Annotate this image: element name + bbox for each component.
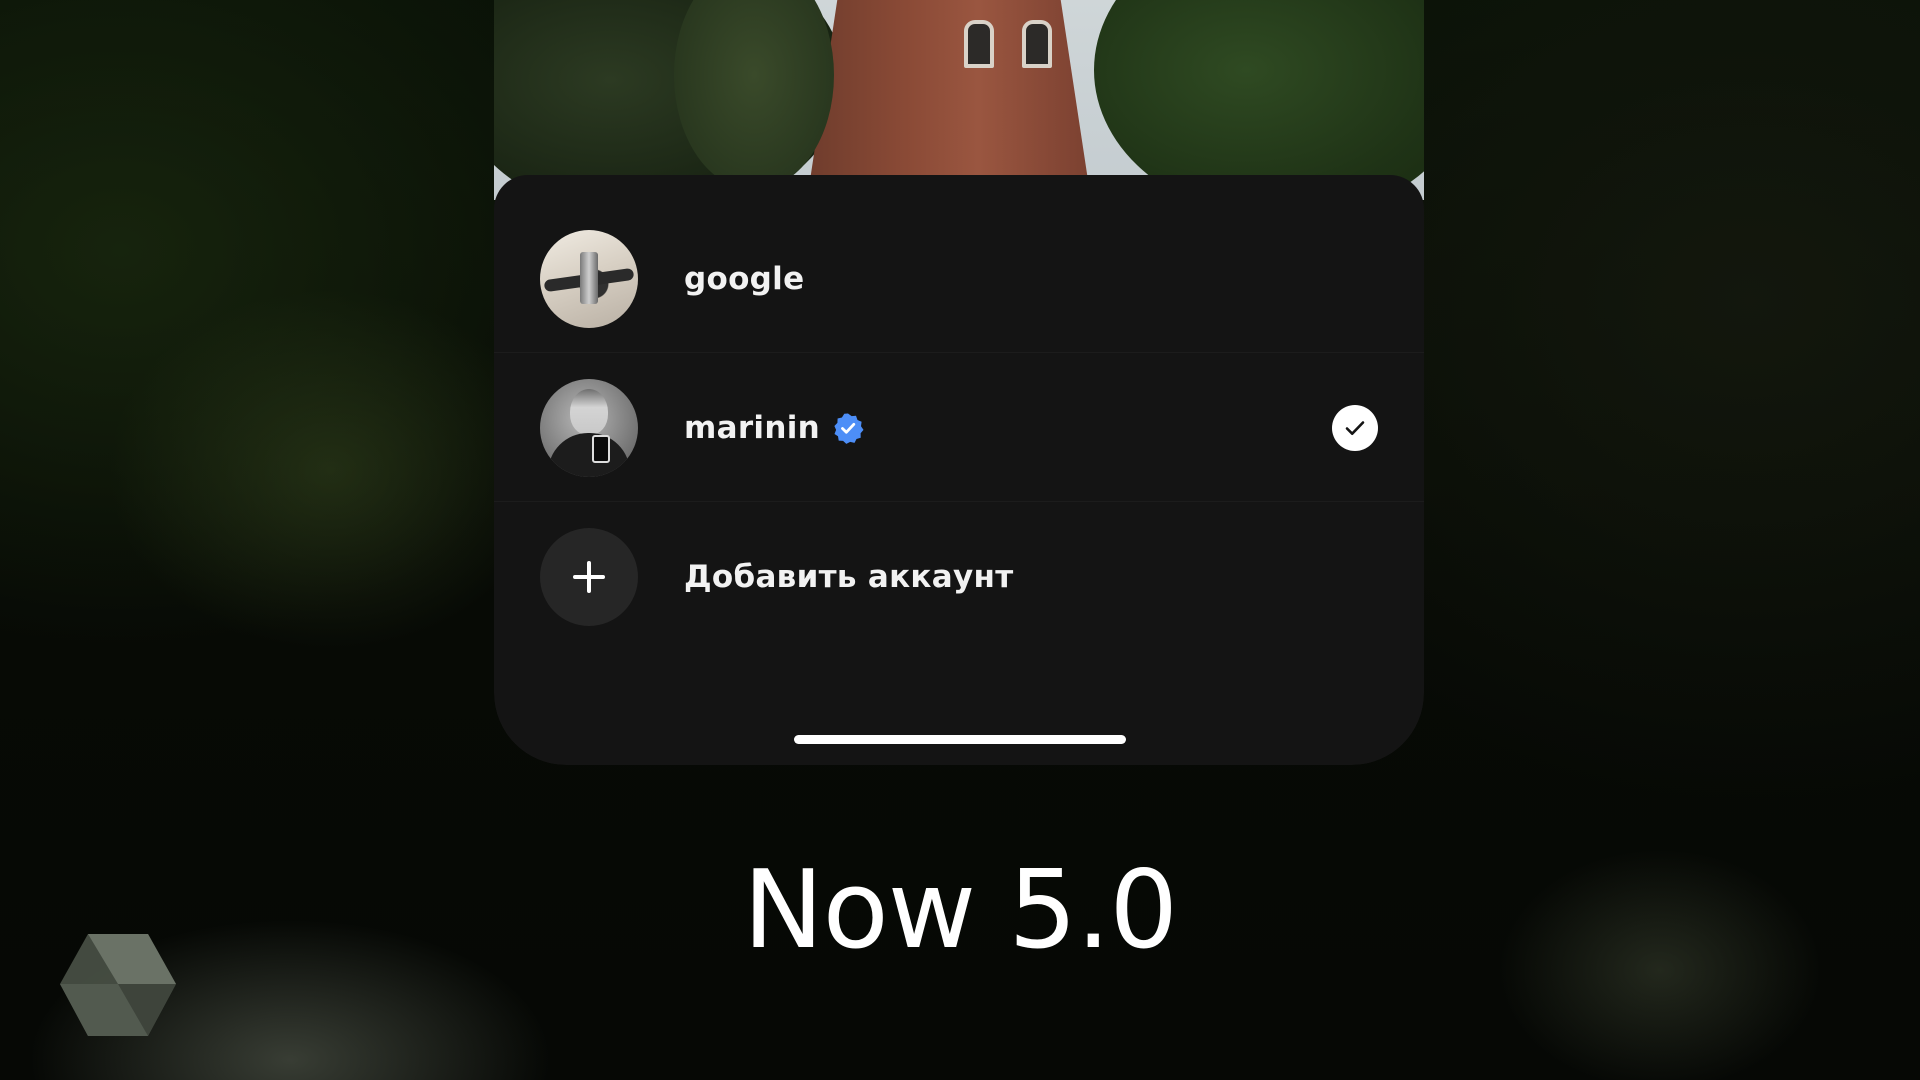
account-name: google [684,260,805,297]
avatar-marinin-detail [548,432,630,477]
tower-window [1022,20,1052,68]
avatar-marinin-detail [592,434,610,463]
add-account-label: Добавить аккаунт [684,559,1014,595]
account-switcher-sheet: google marinin Добавить аккаунт [494,175,1424,765]
home-indicator[interactable] [794,735,1126,744]
tree-right [1094,0,1424,200]
avatar-google [540,229,638,328]
plus-icon [573,561,605,593]
cube-logo-icon [60,934,176,1036]
account-row-google[interactable]: google [494,205,1424,353]
background-photo [494,0,1424,200]
add-account-row[interactable]: Добавить аккаунт [494,503,1424,651]
selected-checkmark [1332,404,1378,451]
add-account-button[interactable] [540,528,638,626]
account-name-group: marinin [684,410,864,446]
checkmark-icon [1345,420,1365,435]
avatar-google-detail [580,251,598,304]
tower-window [964,20,994,68]
avatar-marinin-detail [570,388,608,435]
phone-screen: google marinin Добавить аккаунт [494,0,1424,765]
version-caption: Now 5.0 [742,848,1178,973]
avatar-marinin [540,378,638,477]
account-name: marinin [684,409,820,446]
account-row-marinin[interactable]: marinin [494,354,1424,502]
verified-badge-icon [834,413,864,444]
